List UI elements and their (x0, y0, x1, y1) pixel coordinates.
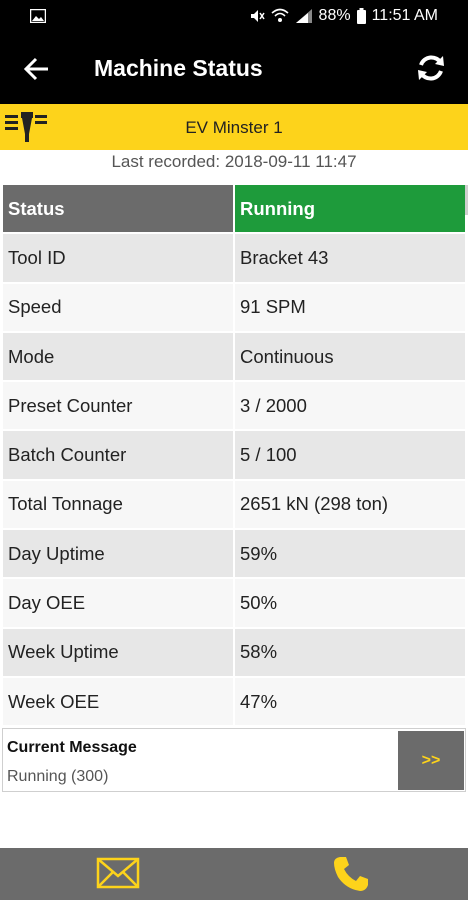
row-label: Tool ID (3, 234, 235, 284)
page-title: Machine Status (94, 55, 263, 81)
battery-percent: 88% (318, 7, 351, 24)
machine-name: EV Minster 1 (185, 118, 283, 137)
table-row: Speed 91 SPM (3, 283, 465, 333)
status-label: Status (3, 185, 235, 235)
row-label: Speed (3, 283, 235, 333)
row-label: Day Uptime (3, 530, 235, 580)
refresh-icon[interactable] (414, 51, 448, 85)
row-value: Continuous (235, 332, 465, 383)
row-value: 50% (235, 579, 465, 629)
row-value: 2651 kN (298 ton) (235, 480, 465, 531)
status-table: Status Running Tool ID Bracket 43 Speed … (3, 185, 465, 728)
wifi-icon (271, 8, 289, 22)
machine-header: EV Minster 1 (0, 104, 468, 150)
row-value: 58% (235, 628, 465, 678)
clock: 11:51 AM (371, 7, 438, 24)
phone-icon[interactable] (332, 855, 370, 893)
table-row: Batch Counter 5 / 100 (3, 431, 465, 481)
bottom-action-bar (0, 848, 468, 900)
row-value: 91 SPM (235, 283, 465, 333)
row-value: 47% (235, 677, 465, 728)
mail-icon[interactable] (96, 856, 140, 890)
table-row: Preset Counter 3 / 2000 (3, 382, 465, 432)
current-message-value: Running (300) (7, 768, 109, 785)
table-row: Mode Continuous (3, 332, 465, 383)
current-message-card: Current Message Running (300) >> (2, 728, 466, 792)
system-status-bar: 88% 11:51 AM (0, 0, 468, 34)
row-label: Total Tonnage (3, 480, 235, 531)
row-value: 5 / 100 (235, 431, 465, 481)
table-row: Day Uptime 59% (3, 530, 465, 580)
row-label: Batch Counter (3, 431, 235, 481)
current-message-label: Current Message (7, 739, 137, 756)
row-value: Bracket 43 (235, 234, 465, 284)
table-row: Week Uptime 58% (3, 628, 465, 678)
mute-icon (250, 10, 265, 22)
status-badge: Running (235, 185, 465, 235)
more-button[interactable]: >> (398, 731, 464, 790)
gallery-icon (30, 9, 46, 23)
table-row: Week OEE 47% (3, 677, 465, 728)
row-label: Week OEE (3, 677, 235, 728)
row-value: 3 / 2000 (235, 382, 465, 432)
battery-icon (356, 8, 366, 24)
status-header-row: Status Running (3, 185, 465, 235)
signal-icon (295, 9, 312, 23)
last-recorded-text: Last recorded: 2018-09-11 11:47 (111, 152, 357, 171)
table-row: Tool ID Bracket 43 (3, 234, 465, 284)
row-label: Mode (3, 332, 235, 383)
arrow-left-icon[interactable] (22, 54, 52, 84)
row-label: Day OEE (3, 579, 235, 629)
row-value: 59% (235, 530, 465, 580)
row-label: Preset Counter (3, 382, 235, 432)
table-row: Day OEE 50% (3, 579, 465, 629)
row-label: Week Uptime (3, 628, 235, 678)
table-row: Total Tonnage 2651 kN (298 ton) (3, 480, 465, 531)
app-bar: Machine Status (0, 34, 468, 104)
